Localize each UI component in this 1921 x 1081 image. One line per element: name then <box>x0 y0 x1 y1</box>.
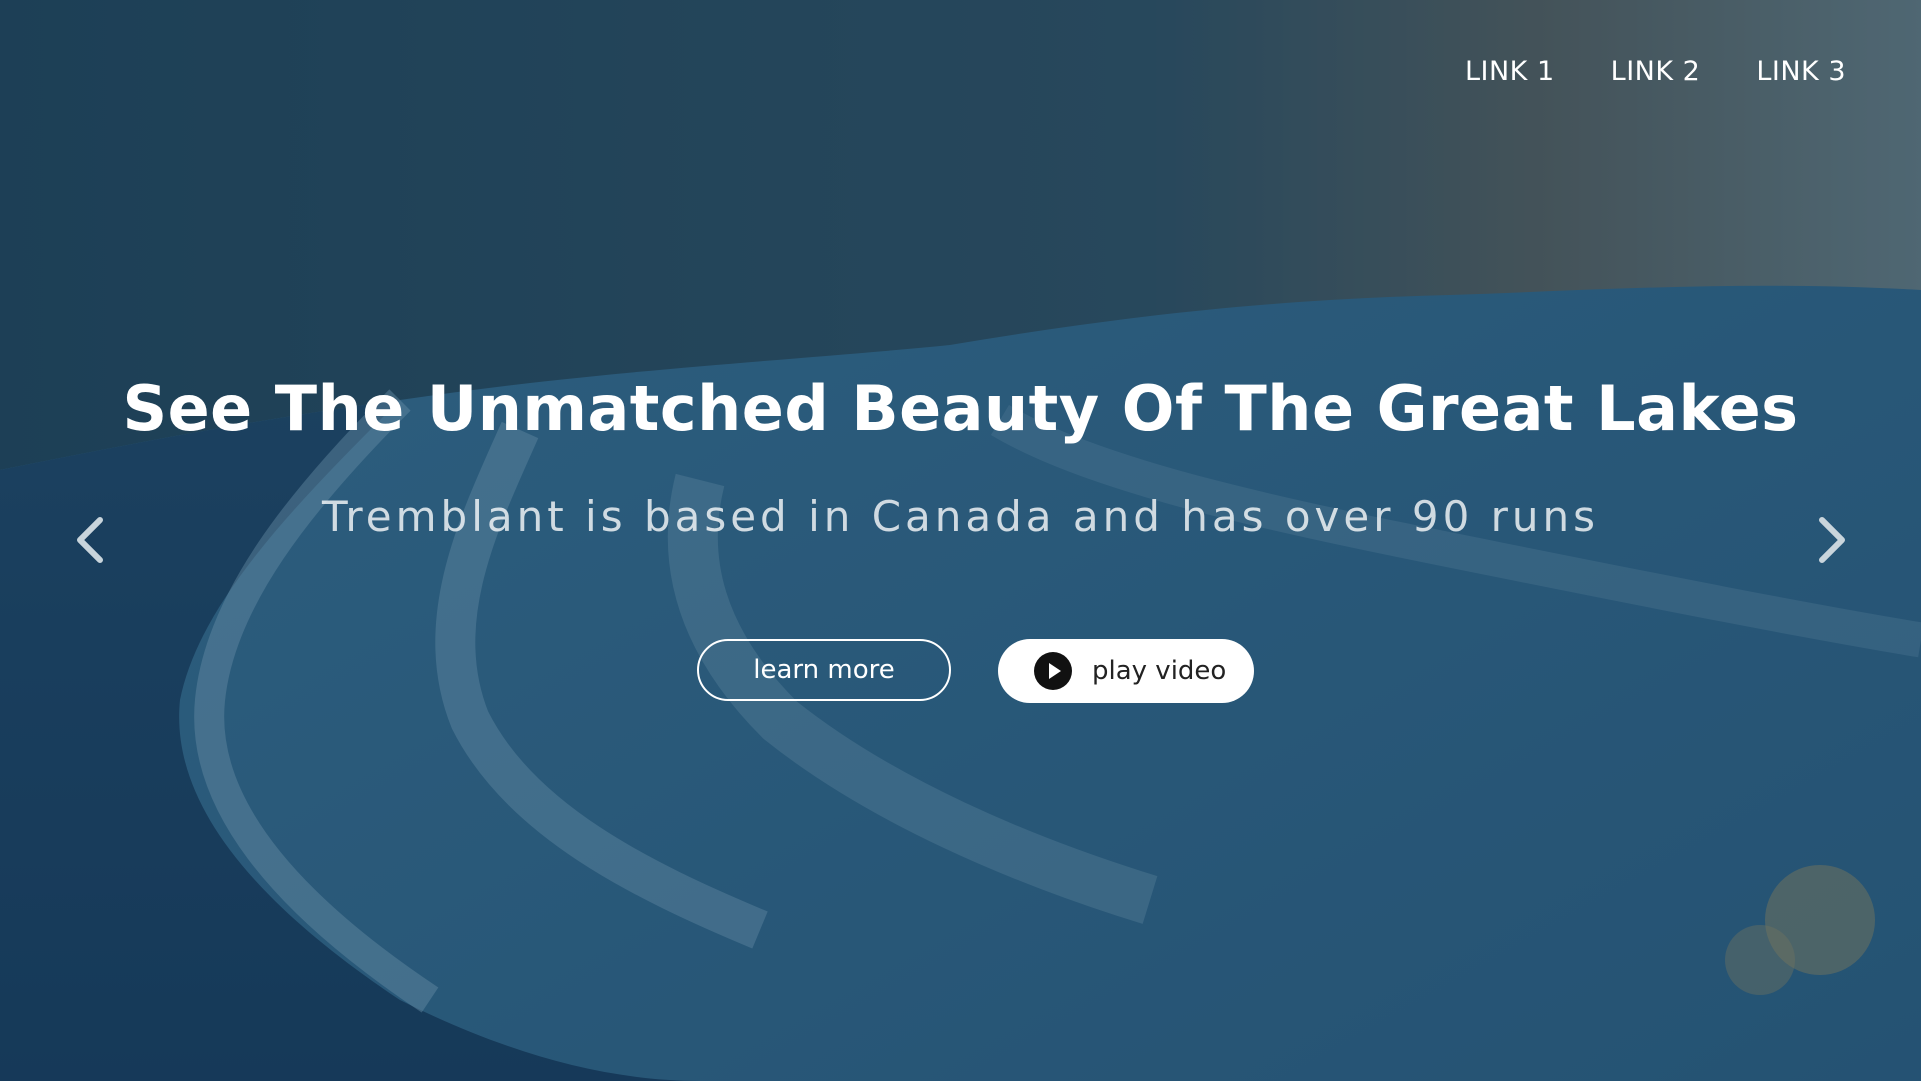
nav-link-2[interactable]: LINK 2 <box>1611 56 1701 87</box>
learn-more-label: learn more <box>753 655 895 685</box>
play-video-label: play video <box>1092 656 1227 686</box>
hero-headline: See The Unmatched Beauty Of The Great La… <box>122 372 1799 445</box>
top-nav: LINK 1 LINK 2 LINK 3 <box>1465 56 1846 87</box>
hero-section: LINK 1 LINK 2 LINK 3 See The Unmatched B… <box>0 0 1921 1081</box>
learn-more-button[interactable]: learn more <box>697 639 951 701</box>
play-icon <box>1034 652 1072 690</box>
nav-link-3[interactable]: LINK 3 <box>1756 56 1846 87</box>
nav-link-1[interactable]: LINK 1 <box>1465 56 1555 87</box>
play-video-button[interactable]: play video <box>998 639 1254 703</box>
hero-subheadline: Tremblant is based in Canada and has ove… <box>321 492 1600 541</box>
